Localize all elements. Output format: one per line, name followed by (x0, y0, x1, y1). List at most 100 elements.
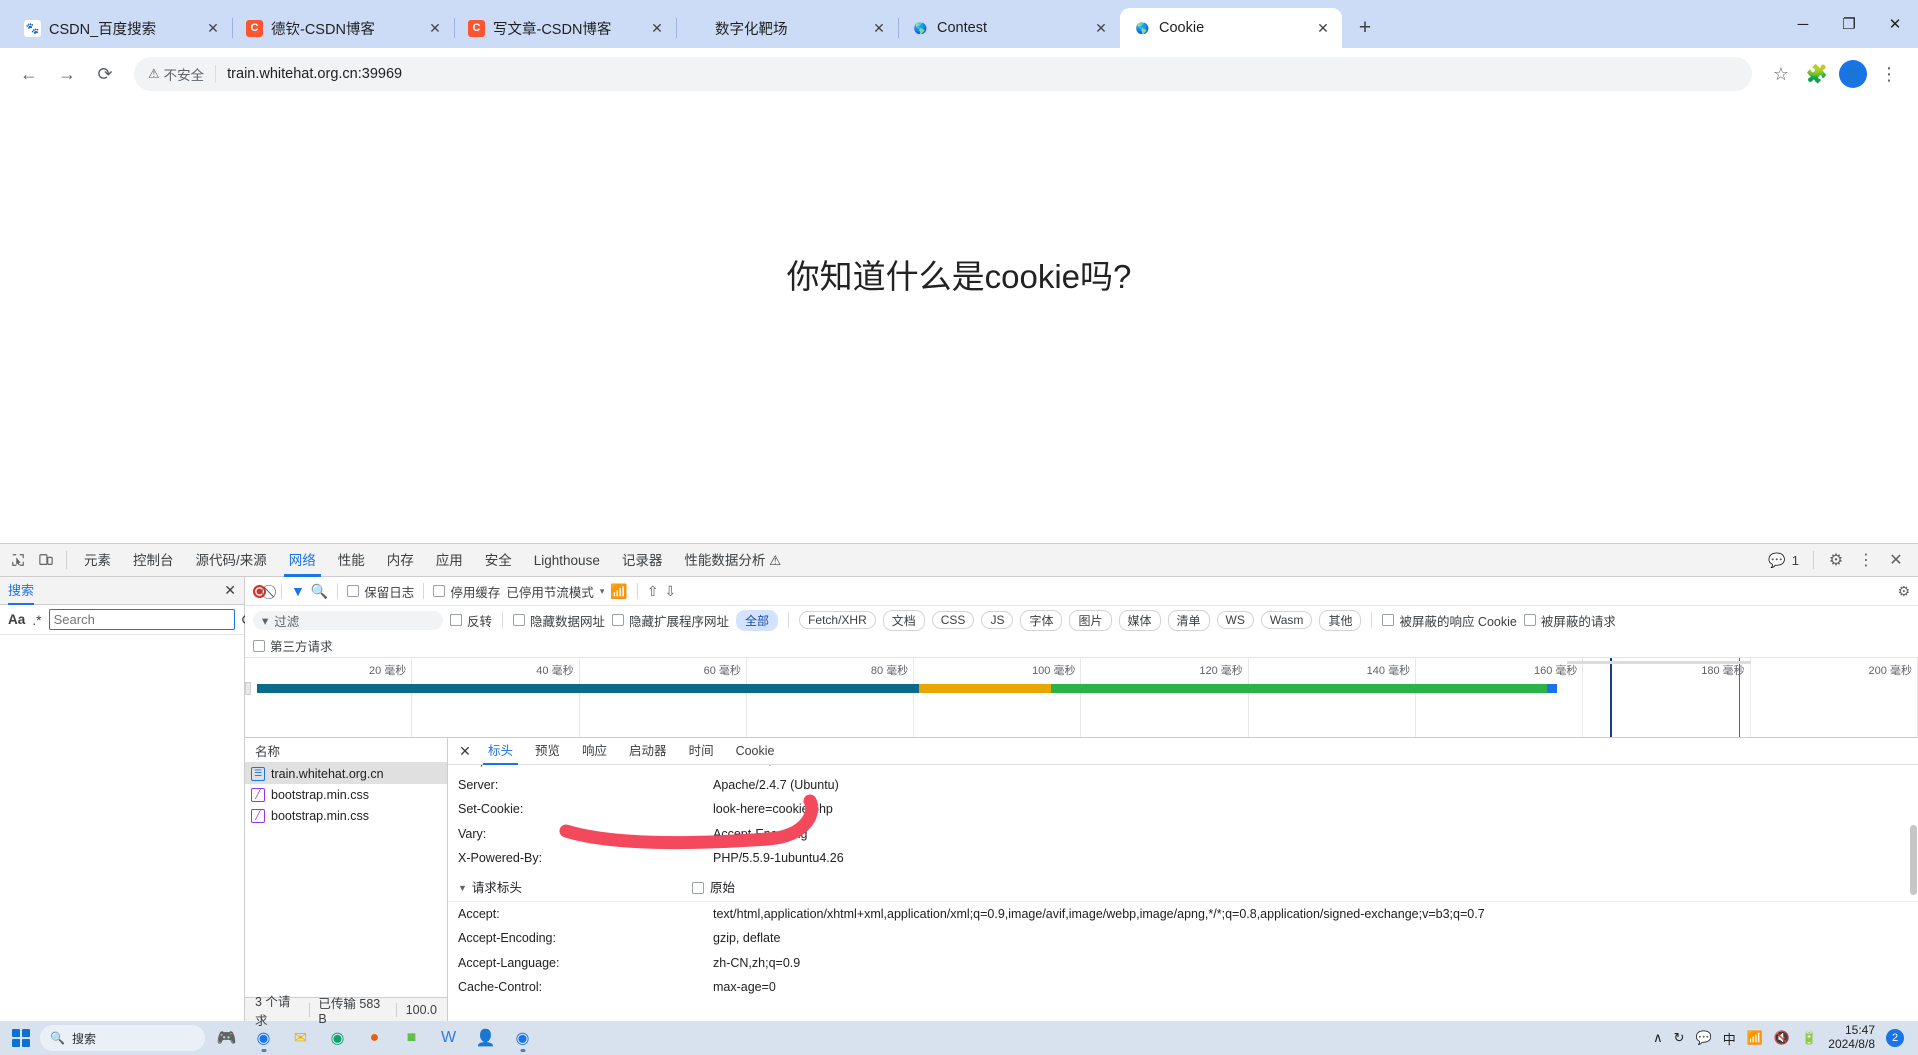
tab-close-icon[interactable]: ✕ (648, 19, 666, 37)
search-input[interactable] (48, 609, 235, 630)
maximize-button[interactable]: ❐ (1826, 0, 1872, 48)
star-icon[interactable]: ☆ (1764, 57, 1798, 91)
import-har-icon[interactable]: ⇧ (647, 583, 659, 600)
invert-checkbox[interactable]: 反转 (450, 611, 492, 630)
forward-icon[interactable]: → (50, 57, 84, 91)
network-overview-timeline[interactable]: 20 毫秒 40 毫秒 60 毫秒 80 毫秒 100 毫秒 120 毫秒 14… (245, 658, 1918, 738)
wps-icon[interactable]: W (433, 1024, 464, 1052)
checkbox[interactable] (347, 585, 360, 597)
sync-icon[interactable]: ↻ (1674, 1030, 1685, 1046)
hide-extension-urls-checkbox[interactable]: 隐藏扩展程序网址 (612, 611, 729, 630)
tab-close-icon[interactable]: ✕ (870, 19, 888, 37)
devtools-tab-security[interactable]: 安全 (474, 544, 523, 577)
browser-tab[interactable]: C 德钦-CSDN博客 ✕ (232, 8, 454, 48)
three-dots-icon[interactable]: ⋮ (1872, 57, 1906, 91)
throttling-label[interactable]: 已停用节流模式 (506, 582, 594, 601)
edge-icon[interactable]: ◉ (322, 1024, 353, 1052)
puzzle-icon[interactable]: 🧩 (1800, 57, 1834, 91)
browser-tab-active[interactable]: 🌎 Cookie ✕ (1120, 8, 1342, 48)
scrollbar-thumb[interactable] (1910, 825, 1917, 895)
detail-tab-preview[interactable]: 预览 (525, 738, 570, 765)
filter-icon[interactable]: ▼ (291, 583, 305, 599)
security-indicator[interactable]: ⚠ 不安全 (148, 64, 204, 84)
devtools-tab-lighthouse[interactable]: Lighthouse (523, 544, 611, 577)
close-icon[interactable]: ✕ (1882, 546, 1910, 574)
export-har-icon[interactable]: ⇩ (665, 583, 677, 600)
devtools-tab-performance[interactable]: 性能 (327, 544, 376, 577)
devtools-tab-performance-insights[interactable]: 性能数据分析 ⚠ (673, 544, 792, 577)
close-window-button[interactable]: ✕ (1872, 0, 1918, 48)
network-conditions-icon[interactable]: 📶 (610, 583, 627, 600)
type-filter-all[interactable]: 全部 (736, 609, 779, 631)
type-filter-manifest[interactable]: 清单 (1167, 609, 1210, 631)
close-icon[interactable]: ✕ (224, 582, 236, 599)
firefox-icon[interactable]: ● (359, 1024, 390, 1052)
devtools-tab-recorder[interactable]: 记录器 (611, 544, 674, 577)
regex-button[interactable]: .* (32, 612, 41, 628)
request-list-column-header[interactable]: 名称 (245, 738, 447, 763)
gear-icon[interactable]: ⚙ (1822, 546, 1850, 574)
mail-icon[interactable]: ✉ (285, 1024, 316, 1052)
back-icon[interactable]: ← (12, 57, 46, 91)
disable-cache-checkbox[interactable]: 停用缓存 (433, 582, 500, 601)
windows-start-icon[interactable] (8, 1025, 34, 1051)
preserve-log-checkbox[interactable]: 保留日志 (347, 582, 414, 601)
match-case-button[interactable]: Aa (8, 612, 25, 627)
chrome-window-icon[interactable]: ◉ (248, 1024, 279, 1052)
checkbox[interactable] (513, 614, 526, 626)
detail-tab-cookie[interactable]: Cookie (726, 738, 785, 765)
timeline-handle-left[interactable] (245, 682, 251, 695)
devtools-tab-elements[interactable]: 元素 (73, 544, 122, 577)
checkbox[interactable] (612, 614, 625, 626)
checkbox[interactable] (1382, 614, 1395, 626)
type-filter-doc[interactable]: 文档 (882, 609, 925, 631)
chat-icon[interactable]: 💬 (1696, 1030, 1712, 1046)
browser-tab[interactable]: C 写文章-CSDN博客 ✕ (454, 8, 676, 48)
type-filter-other[interactable]: 其他 (1319, 609, 1362, 631)
new-tab-button[interactable]: + (1348, 11, 1382, 45)
devtools-tab-memory[interactable]: 内存 (376, 544, 425, 577)
taskbar-clock[interactable]: 15:47 2024/8/8 (1828, 1023, 1875, 1052)
device-toolbar-icon[interactable] (32, 546, 60, 574)
tab-close-icon[interactable]: ✕ (204, 19, 222, 37)
wifi-icon[interactable]: 📶 (1747, 1030, 1763, 1046)
blocked-requests-checkbox[interactable]: 被屏蔽的请求 (1523, 611, 1616, 630)
browser-tab[interactable]: 🌎 Contest ✕ (898, 8, 1120, 48)
checkbox[interactable] (1523, 614, 1536, 626)
ime-indicator[interactable]: 中 (1723, 1029, 1736, 1048)
avatar[interactable]: 👤 (1836, 57, 1870, 91)
detail-tab-response[interactable]: 响应 (572, 738, 617, 765)
type-filter-img[interactable]: 图片 (1069, 609, 1112, 631)
store-icon[interactable]: ■ (396, 1024, 427, 1052)
devtools-tab-network[interactable]: 网络 (278, 544, 327, 577)
type-filter-js[interactable]: JS (981, 611, 1014, 629)
chevron-down-icon[interactable]: ▾ (600, 586, 605, 597)
address-bar[interactable]: ⚠ 不安全 train.whitehat.org.cn:39969 (134, 57, 1752, 91)
close-icon[interactable]: ✕ (454, 743, 476, 760)
tray-chevron-icon[interactable]: ∧ (1653, 1030, 1663, 1046)
devtools-tab-console[interactable]: 控制台 (122, 544, 185, 577)
type-filter-wasm[interactable]: Wasm (1260, 611, 1313, 629)
tab-close-icon[interactable]: ✕ (1092, 19, 1110, 37)
table-row[interactable]: ╱ bootstrap.min.css (245, 805, 447, 826)
tab-close-icon[interactable]: ✕ (426, 19, 444, 37)
table-row[interactable]: ╱ bootstrap.min.css (245, 784, 447, 805)
filter-input[interactable]: ▾ 过滤 (253, 610, 443, 630)
minimize-button[interactable]: ─ (1780, 0, 1826, 48)
browser-tab[interactable]: 数字化靶场 ✕ (676, 8, 898, 48)
checkbox[interactable] (450, 614, 462, 626)
detail-tab-initiator[interactable]: 启动器 (619, 738, 677, 765)
issues-badge[interactable]: 💬 1 (1768, 552, 1805, 569)
table-row[interactable]: ☰ train.whitehat.org.cn (245, 763, 447, 784)
type-filter-font[interactable]: 字体 (1020, 609, 1063, 631)
devtools-tab-application[interactable]: 应用 (425, 544, 474, 577)
battery-icon[interactable]: 🔋 (1801, 1030, 1817, 1046)
checkbox[interactable] (433, 585, 446, 597)
type-filter-fetch-xhr[interactable]: Fetch/XHR (799, 611, 876, 629)
browser-tab[interactable]: 🐾 CSDN_百度搜索 ✕ (10, 8, 232, 48)
type-filter-css[interactable]: CSS (931, 611, 975, 629)
taskbar-search[interactable]: 🔍 搜索 (40, 1025, 205, 1051)
blocked-response-cookies-checkbox[interactable]: 被屏蔽的响应 Cookie (1382, 611, 1517, 630)
type-filter-media[interactable]: 媒体 (1118, 609, 1161, 631)
third-party-checkbox[interactable]: 第三方请求 (253, 636, 333, 655)
